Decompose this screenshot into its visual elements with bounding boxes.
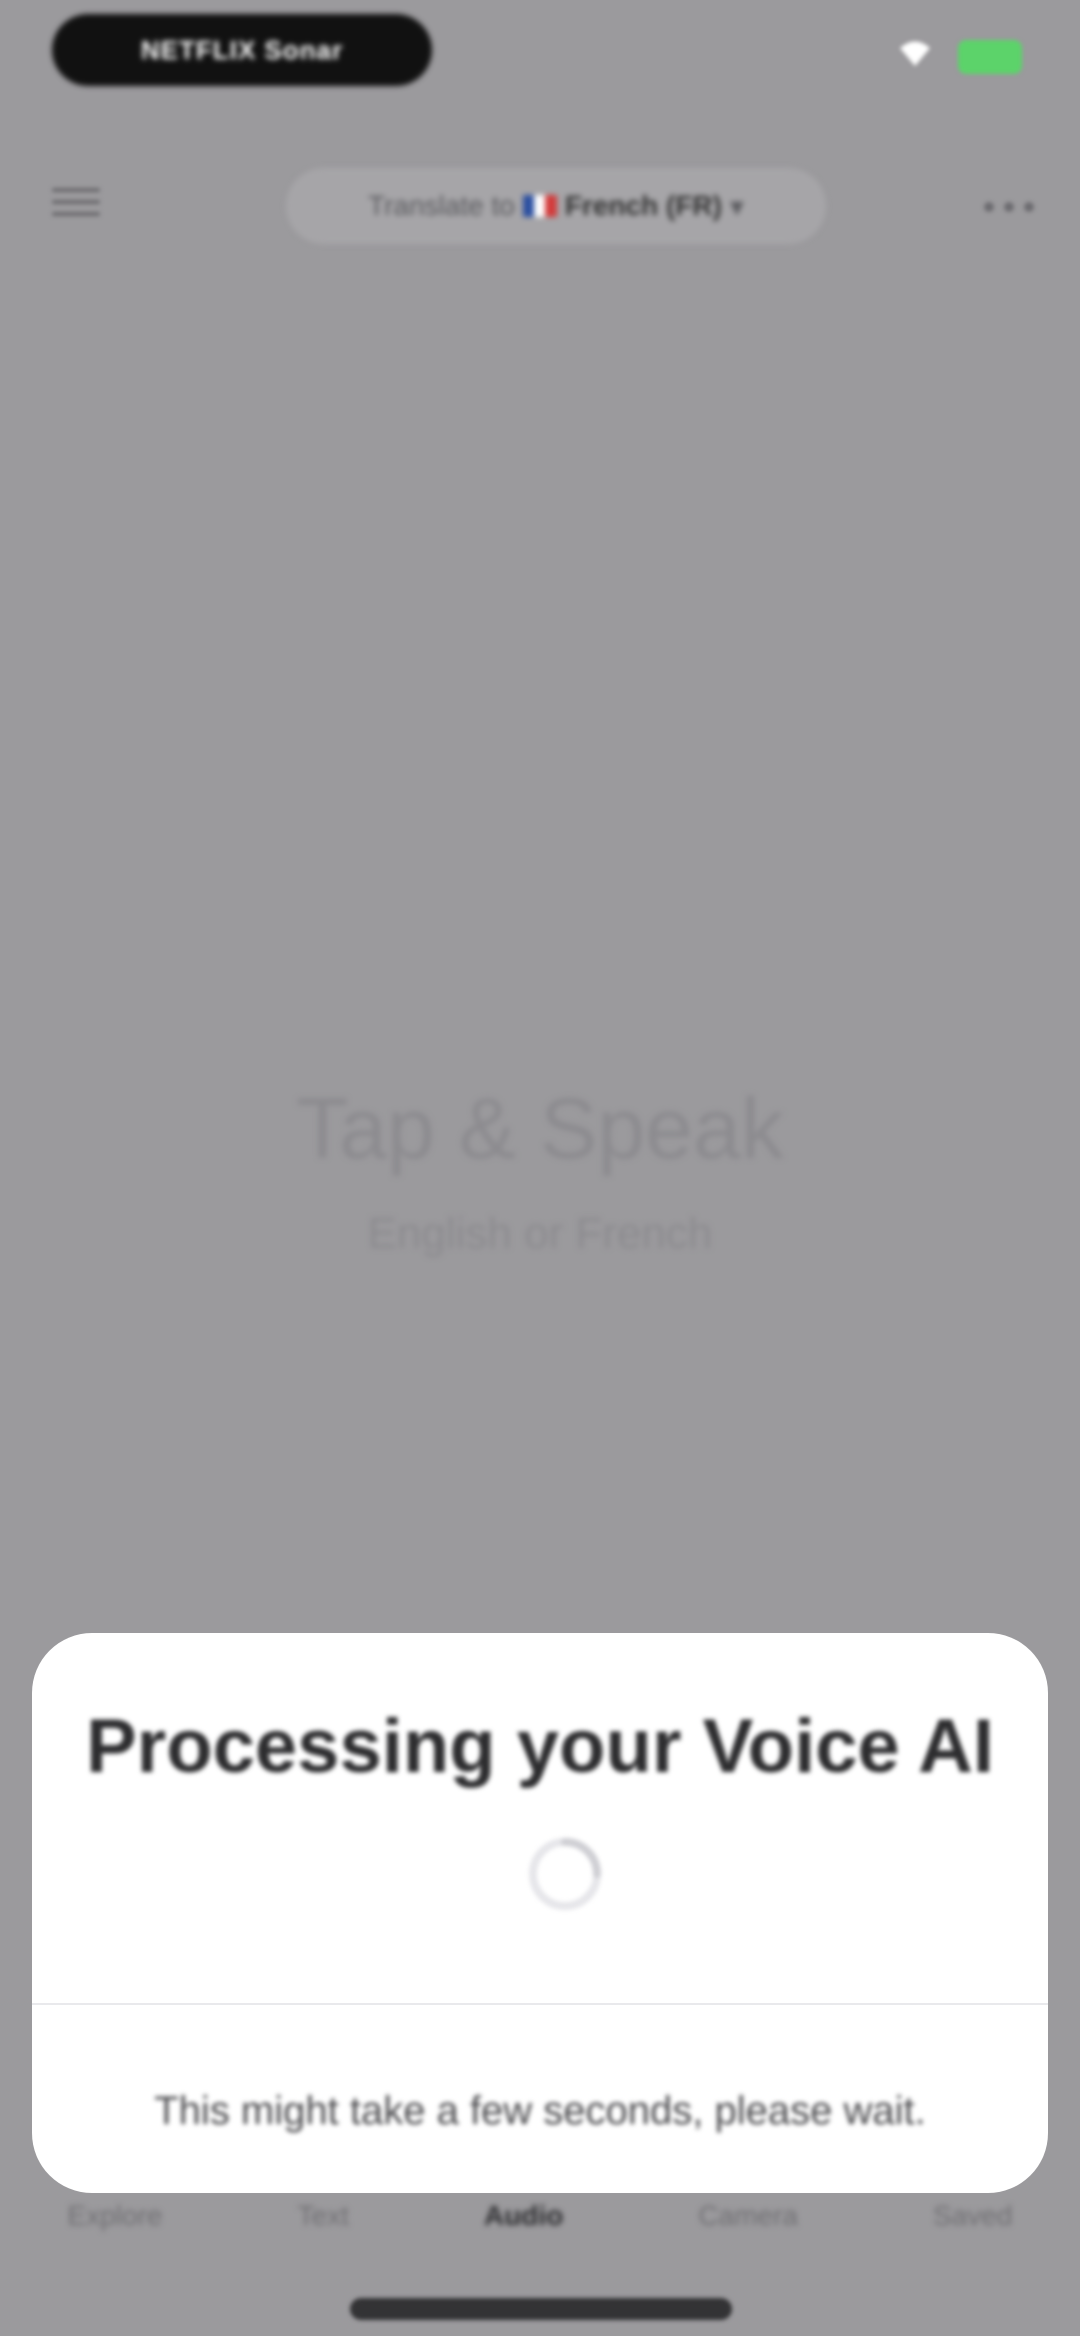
tab-text[interactable]: Text xyxy=(298,2200,349,2260)
language-selector[interactable]: Translate to French (FR) ▾ xyxy=(286,168,826,244)
loading-spinner-icon xyxy=(529,1838,601,1910)
home-indicator[interactable] xyxy=(350,2298,732,2320)
dialog-divider xyxy=(32,2003,1048,2005)
dialog-message: This might take a few seconds, please wa… xyxy=(154,2089,926,2133)
tap-speak-area[interactable]: Tap & Speak English or French xyxy=(0,1080,1080,1259)
processing-dialog: Processing your Voice AI This might take… xyxy=(32,1633,1048,2193)
prompt-title: Tap & Speak xyxy=(296,1081,784,1177)
translate-prefix: Translate to xyxy=(368,190,515,221)
battery-icon xyxy=(958,40,1022,74)
more-icon[interactable] xyxy=(984,202,1044,212)
dialog-title: Processing your Voice AI xyxy=(85,1704,995,1789)
wifi-icon xyxy=(900,41,930,66)
french-flag-icon xyxy=(522,195,557,217)
prompt-subtitle: English or French xyxy=(367,1209,713,1258)
tab-explore[interactable]: Explore xyxy=(68,2200,163,2260)
tab-saved[interactable]: Saved xyxy=(933,2200,1012,2260)
carrier-label: NETFLIX Sonar xyxy=(52,14,432,86)
tab-audio[interactable]: Audio xyxy=(484,2200,563,2260)
tab-camera[interactable]: Camera xyxy=(698,2200,798,2260)
bottom-tab-bar: Explore Text Audio Camera Saved xyxy=(0,2200,1080,2260)
chevron-down-icon: ▾ xyxy=(729,190,744,222)
language-name: French (FR) xyxy=(564,190,722,221)
top-bar: Translate to French (FR) ▾ xyxy=(0,150,1080,260)
status-bar: NETFLIX Sonar xyxy=(0,0,1080,110)
menu-icon[interactable] xyxy=(44,180,108,230)
